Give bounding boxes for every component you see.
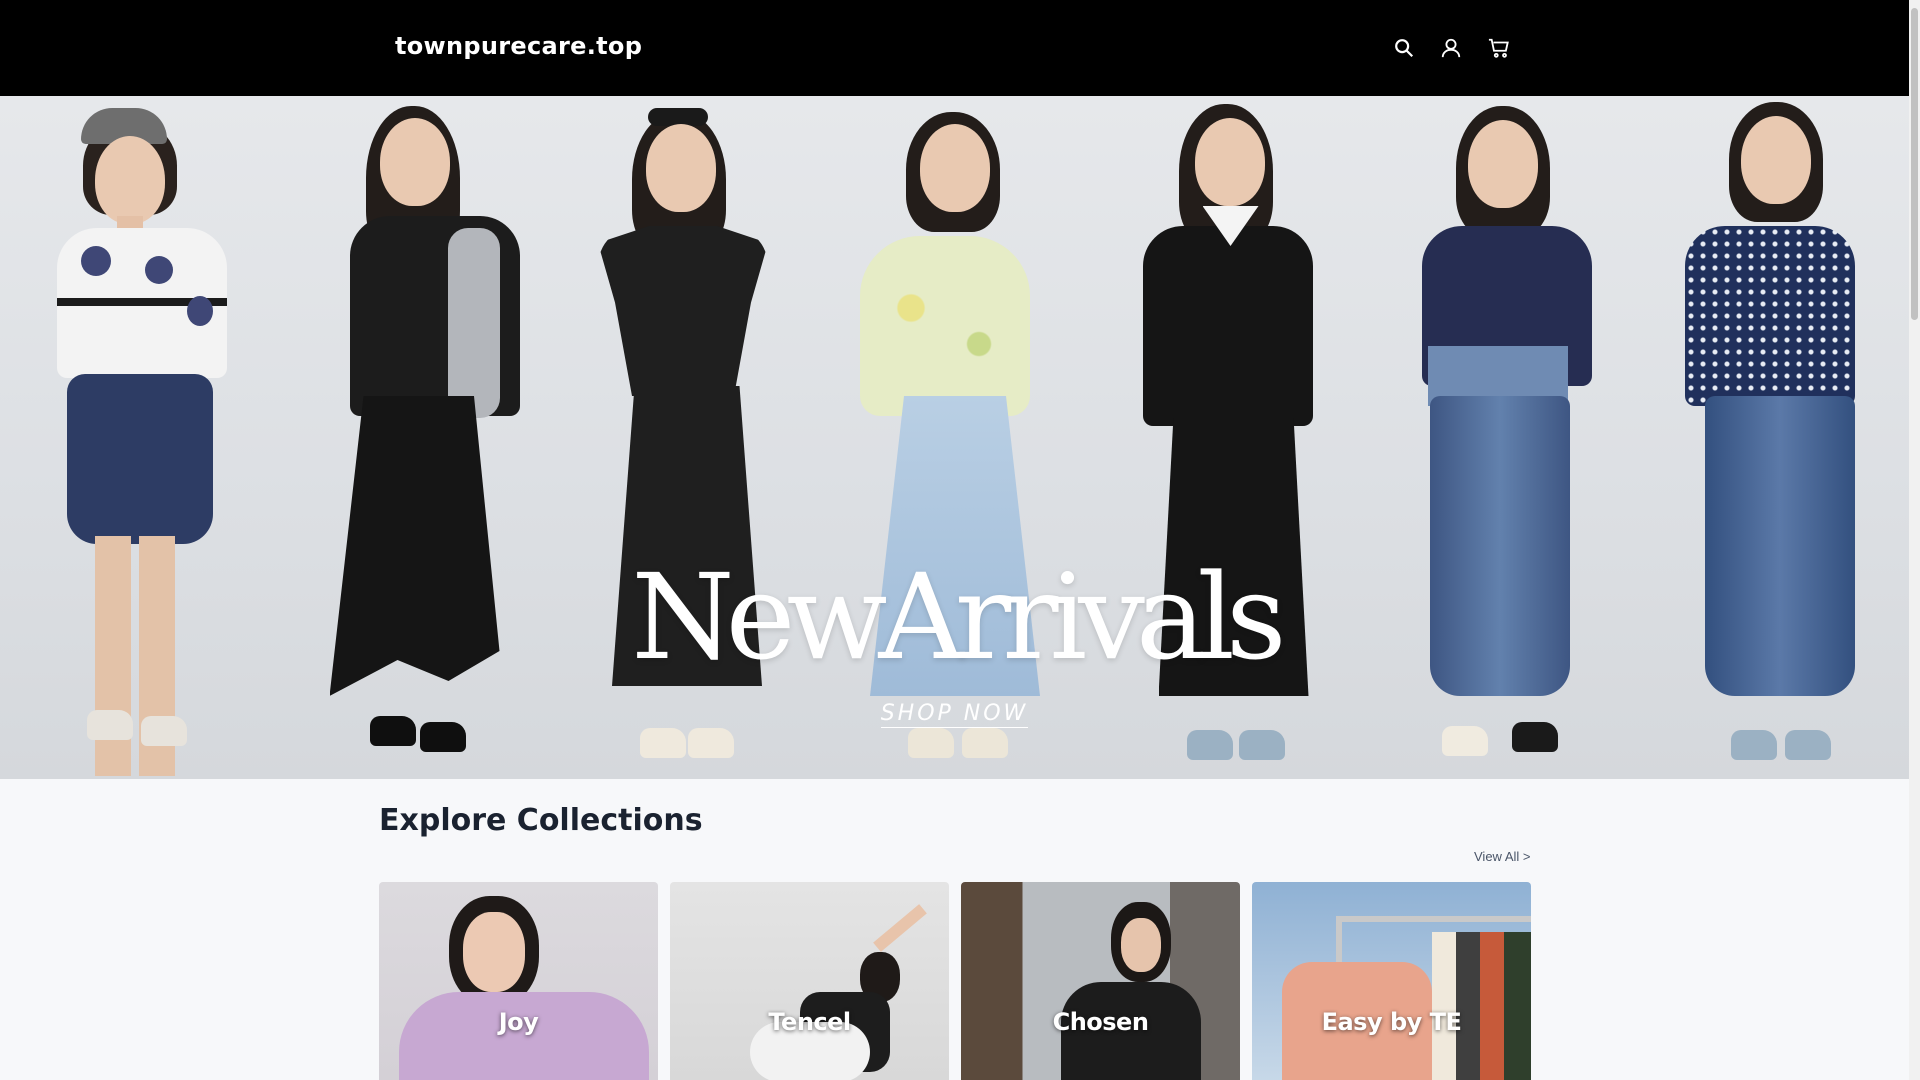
hero-title: NewArrivals [631,548,1286,686]
account-icon[interactable] [1436,33,1466,63]
cart-icon[interactable] [1484,33,1514,63]
collection-label: Tencel [768,1008,851,1036]
collection-card-tencel[interactable]: Tencel [670,882,949,1080]
hero-model-2 [273,96,546,779]
hero-model-7 [1638,96,1909,779]
hero-model-1 [0,96,273,779]
view-all-link[interactable]: View All > [1474,849,1531,864]
collection-card-easy-by-te[interactable]: Easy by TE [1252,882,1531,1080]
site-header: townpurecare.top [0,0,1909,96]
collections-heading: Explore Collections [379,803,703,838]
collection-label: Chosen [1052,1008,1149,1036]
page-scrollbar[interactable] [1909,0,1920,1080]
collection-label: Joy [498,1008,539,1036]
hero-banner[interactable]: NewArrivals [0,96,1909,779]
site-logo[interactable]: townpurecare.top [395,32,642,60]
collection-label: Easy by TE [1321,1008,1462,1036]
shop-now-cta: SHOP NOW [0,701,1909,728]
hero-model-6 [1365,96,1638,779]
collection-card-joy[interactable]: Joy [379,882,658,1080]
shop-now-link[interactable]: SHOP NOW [880,701,1029,728]
search-icon[interactable] [1389,33,1419,63]
collection-card-chosen[interactable]: Chosen [961,882,1240,1080]
scrollbar-thumb[interactable] [1911,8,1918,320]
